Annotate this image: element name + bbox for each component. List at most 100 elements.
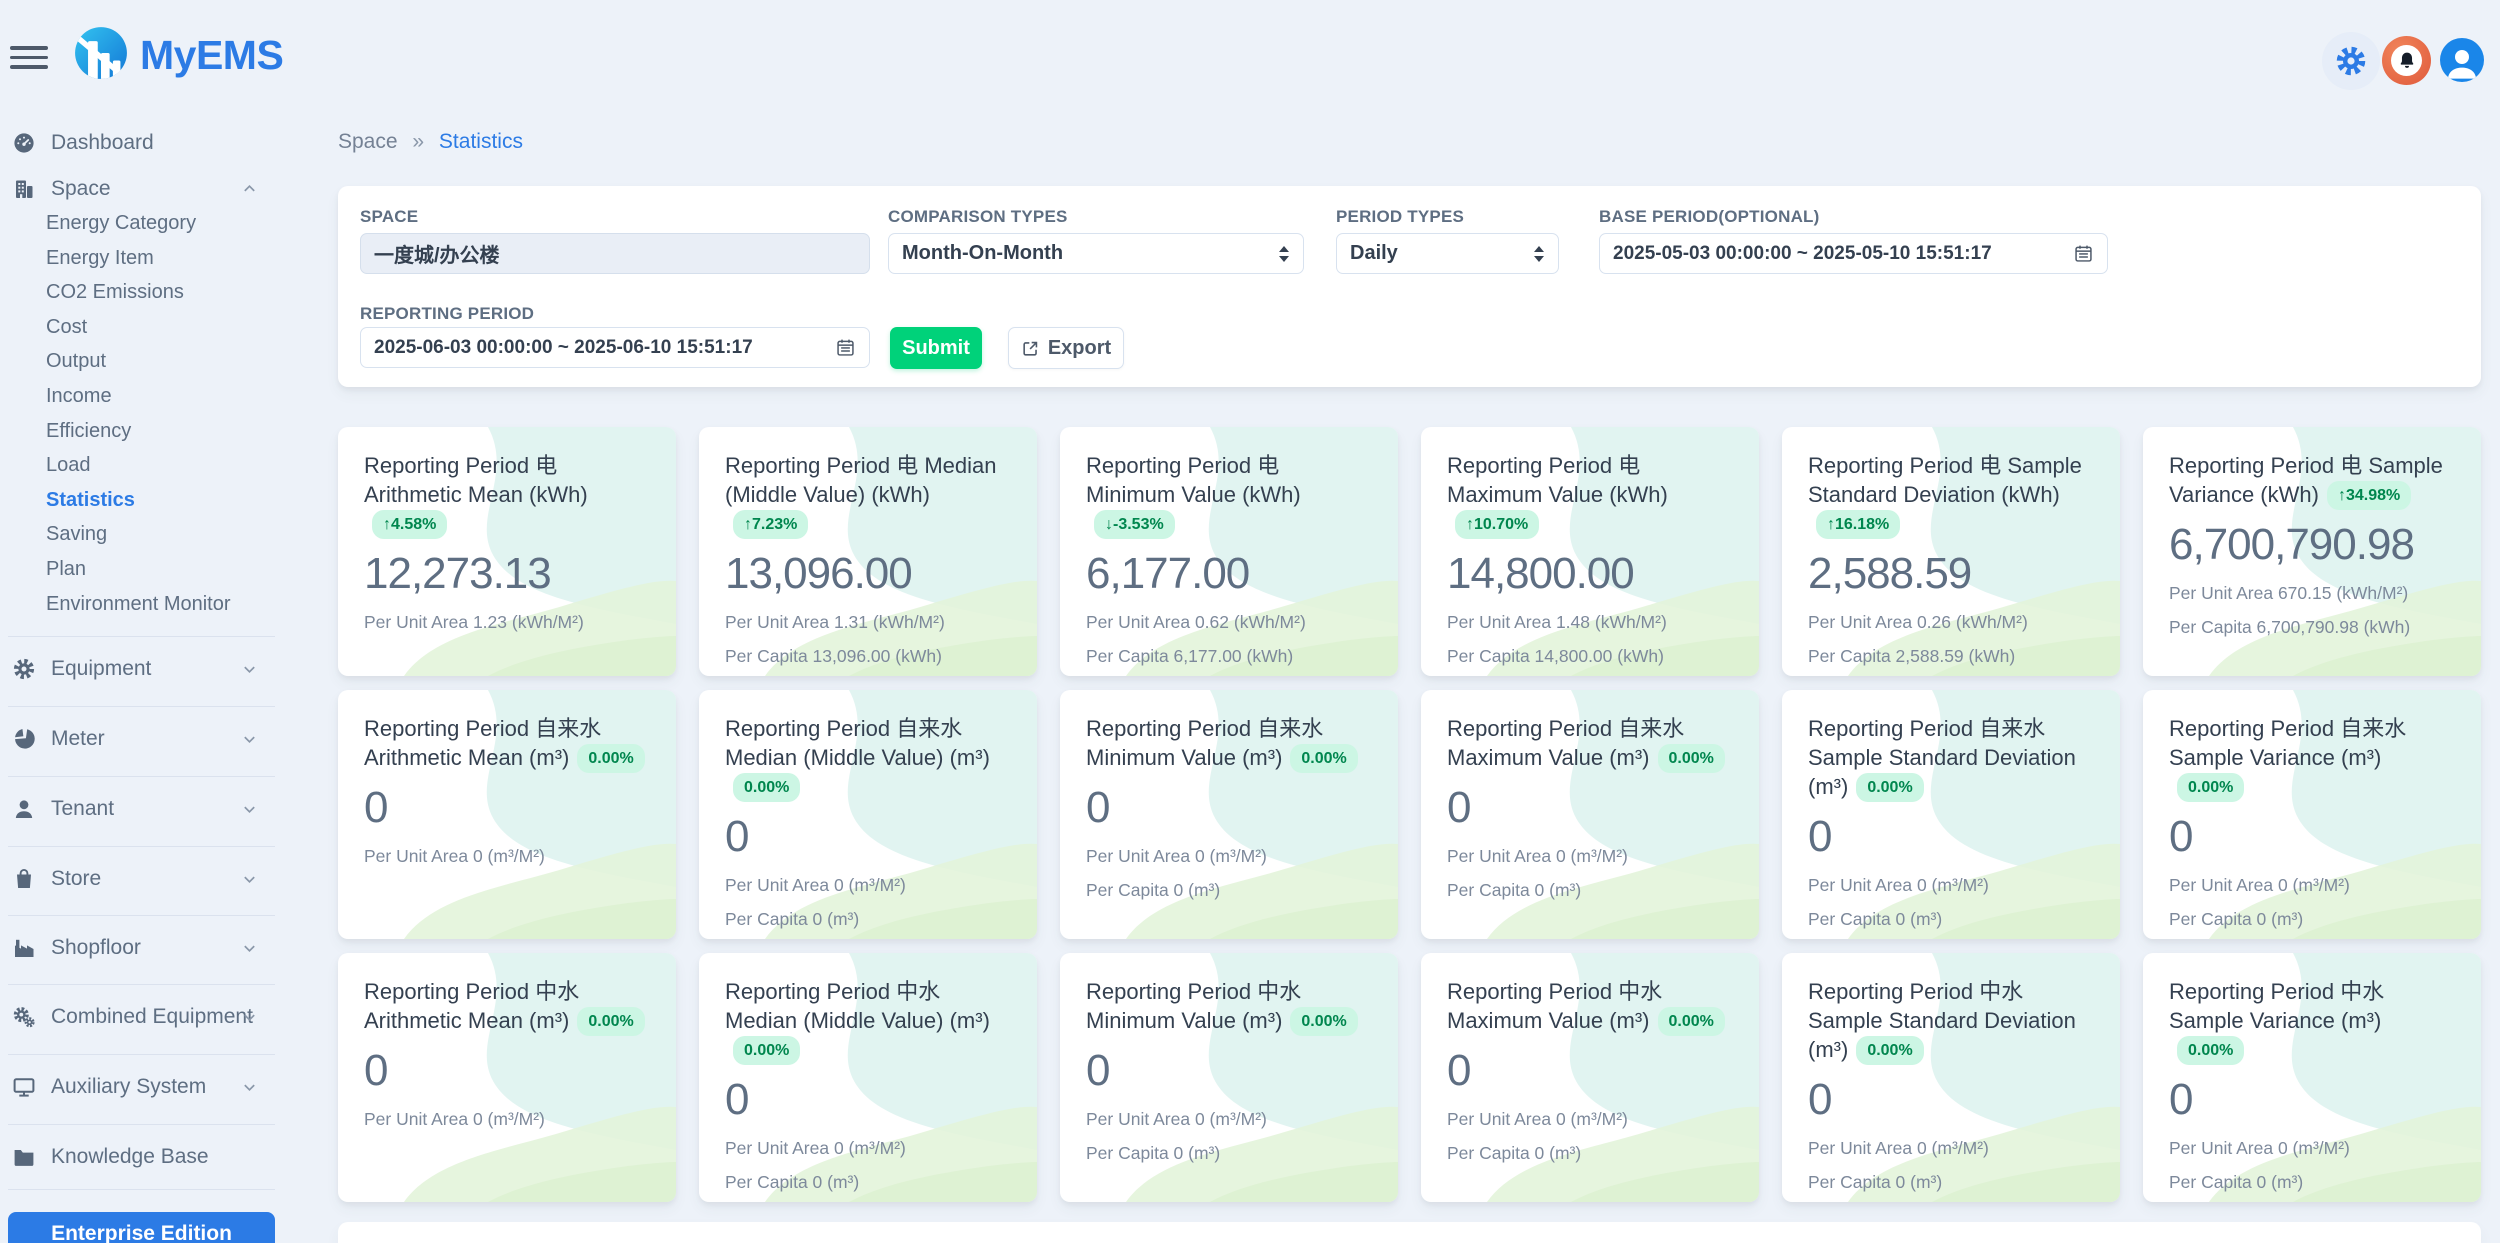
stat-card-badge: ↑4.58% xyxy=(372,510,447,539)
stat-card-detail: Per Unit Area 0 (m³/M²) xyxy=(1086,1109,1372,1130)
gear-icon xyxy=(2335,45,2367,77)
export-button[interactable]: Export xyxy=(1008,327,1124,369)
stat-card-value: 0 xyxy=(1086,1046,1372,1096)
stat-card-title: Reporting Period 自来水 Sample Variance (m³… xyxy=(2169,714,2455,802)
stat-card-badge: 0.00% xyxy=(1658,1007,1725,1036)
stat-card-detail: Per Capita 0 (m³) xyxy=(1447,1143,1733,1164)
base-period-label: BASE PERIOD(OPTIONAL) xyxy=(1599,207,1820,227)
stat-card-value: 0 xyxy=(1808,812,2094,862)
stat-card-detail: Per Capita 13,096.00 (kWh) xyxy=(725,646,1011,667)
sidebar-divider xyxy=(8,1054,275,1055)
stat-card-detail: Per Unit Area 1.31 (kWh/M²) xyxy=(725,612,1011,633)
stat-card-title: Reporting Period 中水 Maximum Value (m³)0.… xyxy=(1447,977,1733,1036)
reporting-period-input[interactable]: 2025-06-03 00:00:00 ~ 2025-06-10 15:51:1… xyxy=(360,327,870,368)
stat-card-value: 14,800.00 xyxy=(1447,549,1733,599)
breadcrumb: Space » Statistics xyxy=(338,130,523,154)
stat-card-detail: Per Unit Area 0 (m³/M²) xyxy=(364,1109,650,1130)
sidebar-item-auxiliary-system[interactable]: Auxiliary System xyxy=(0,1064,283,1110)
sidebar-subitem-cost[interactable]: Cost xyxy=(46,310,276,345)
stat-card: Reporting Period 电 Minimum Value (kWh)↓-… xyxy=(1060,427,1398,676)
chevron-down-icon xyxy=(242,732,257,747)
sidebar-subitem-statistics[interactable]: Statistics xyxy=(46,483,276,518)
sidebar-subitem-plan[interactable]: Plan xyxy=(46,552,276,587)
sidebar-subitem-output[interactable]: Output xyxy=(46,344,276,379)
settings-button[interactable] xyxy=(2322,32,2380,90)
stat-card: Reporting Period 电 Sample Standard Devia… xyxy=(1782,427,2120,676)
sidebar-item-combined-equipment[interactable]: Combined Equipment xyxy=(0,994,283,1040)
comparison-types-select[interactable]: Month-On-Month xyxy=(888,233,1304,274)
enterprise-edition-button[interactable]: Enterprise Edition xyxy=(8,1212,275,1243)
filter-panel: SPACE 一度城/办公楼 COMPARISON TYPES Month-On-… xyxy=(338,186,2481,387)
sidebar-item-equipment[interactable]: Equipment xyxy=(0,646,283,692)
stat-card: Reporting Period 中水 Maximum Value (m³)0.… xyxy=(1421,953,1759,1202)
stat-card-badge: ↑16.18% xyxy=(1816,510,1900,539)
stat-card-badge: 0.00% xyxy=(733,1036,800,1065)
stat-card-badge: ↑34.98% xyxy=(2327,481,2411,510)
shopping-bag-icon xyxy=(12,867,38,891)
chevron-down-icon xyxy=(242,941,257,956)
stat-card: Reporting Period 自来水 Median (Middle Valu… xyxy=(699,690,1037,939)
sidebar-subitem-efficiency[interactable]: Efficiency xyxy=(46,414,276,449)
sidebar-subitem-income[interactable]: Income xyxy=(46,379,276,414)
stat-card-title: Reporting Period 电 Maximum Value (kWh)↑1… xyxy=(1447,451,1733,539)
stat-card: Reporting Period 中水 Arithmetic Mean (m³)… xyxy=(338,953,676,1202)
chevron-down-icon xyxy=(242,1010,257,1025)
submit-button[interactable]: Submit xyxy=(890,327,982,369)
stat-card-title: Reporting Period 中水 Sample Variance (m³)… xyxy=(2169,977,2455,1065)
stat-card-title: Reporting Period 电 Median (Middle Value)… xyxy=(725,451,1011,539)
stat-card-detail: Per Capita 2,588.59 (kWh) xyxy=(1808,646,2094,667)
base-period-input[interactable]: 2025-05-03 00:00:00 ~ 2025-05-10 15:51:1… xyxy=(1599,233,2108,274)
stat-card-badge: 0.00% xyxy=(577,1007,644,1036)
sidebar-subitem-energy-category[interactable]: Energy Category xyxy=(46,206,276,241)
calendar-icon xyxy=(835,337,856,358)
calendar-icon xyxy=(2073,243,2094,264)
sidebar-divider xyxy=(8,846,275,847)
stat-card-detail: Per Unit Area 0 (m³/M²) xyxy=(2169,875,2455,896)
sidebar-item-tenant[interactable]: Tenant xyxy=(0,786,283,832)
stat-card-value: 12,273.13 xyxy=(364,549,650,599)
sidebar-item-knowledge-base[interactable]: Knowledge Base xyxy=(0,1134,283,1180)
sidebar-item-store[interactable]: Store xyxy=(0,856,283,902)
sidebar-item-dashboard[interactable]: Dashboard xyxy=(0,120,283,166)
stat-card-value: 0 xyxy=(1086,783,1372,833)
stat-card-detail: Per Capita 0 (m³) xyxy=(1086,1143,1372,1164)
stat-card-detail: Per Unit Area 0.62 (kWh/M²) xyxy=(1086,612,1372,633)
stat-card: Reporting Period 自来水 Sample Variance (m³… xyxy=(2143,690,2481,939)
stat-card-detail: Per Unit Area 0 (m³/M²) xyxy=(364,846,650,867)
breadcrumb-current[interactable]: Statistics xyxy=(439,130,523,153)
stat-card-detail: Per Capita 0 (m³) xyxy=(2169,1172,2455,1193)
stat-card-value: 6,177.00 xyxy=(1086,549,1372,599)
stat-card: Reporting Period 中水 Sample Variance (m³)… xyxy=(2143,953,2481,1202)
stat-card-detail: Per Unit Area 670.15 (kWh/M²) xyxy=(2169,583,2455,604)
stat-card-detail: Per Capita 14,800.00 (kWh) xyxy=(1447,646,1733,667)
notifications-button[interactable] xyxy=(2382,36,2431,85)
chevron-up-icon xyxy=(242,182,257,197)
sidebar-subitem-energy-item[interactable]: Energy Item xyxy=(46,241,276,276)
user-avatar-icon[interactable] xyxy=(2440,38,2484,82)
gauge-icon xyxy=(12,131,38,155)
stat-card-badge: 0.00% xyxy=(733,773,800,802)
bell-icon xyxy=(2391,45,2422,76)
stat-card-badge: ↑7.23% xyxy=(733,510,808,539)
stat-card-detail: Per Unit Area 1.23 (kWh/M²) xyxy=(364,612,650,633)
stat-card-badge: 0.00% xyxy=(2177,1036,2244,1065)
sidebar-subitem-load[interactable]: Load xyxy=(46,448,276,483)
sidebar-item-label: Tenant xyxy=(51,797,114,821)
space-input[interactable]: 一度城/办公楼 xyxy=(360,233,870,274)
gears-icon xyxy=(12,1005,38,1029)
sidebar-item-shopfloor[interactable]: Shopfloor xyxy=(0,925,283,971)
chevron-down-icon xyxy=(242,662,257,677)
chevron-down-icon xyxy=(242,1080,257,1095)
sidebar-subitem-co2-emissions[interactable]: CO2 Emissions xyxy=(46,275,276,310)
sidebar-item-label: Shopfloor xyxy=(51,936,141,960)
stat-card-value: 13,096.00 xyxy=(725,549,1011,599)
stat-card-detail: Per Unit Area 0 (m³/M²) xyxy=(725,875,1011,896)
stat-card-value: 0 xyxy=(1808,1075,2094,1125)
sidebar-item-meter[interactable]: Meter xyxy=(0,716,283,762)
sidebar-divider xyxy=(8,1124,275,1125)
stat-card-detail: Per Capita 0 (m³) xyxy=(2169,909,2455,930)
period-types-select[interactable]: Daily xyxy=(1336,233,1559,274)
breadcrumb-separator: » xyxy=(412,130,424,153)
sidebar-subitem-saving[interactable]: Saving xyxy=(46,517,276,552)
sidebar-subitem-environment-monitor[interactable]: Environment Monitor xyxy=(46,587,276,622)
